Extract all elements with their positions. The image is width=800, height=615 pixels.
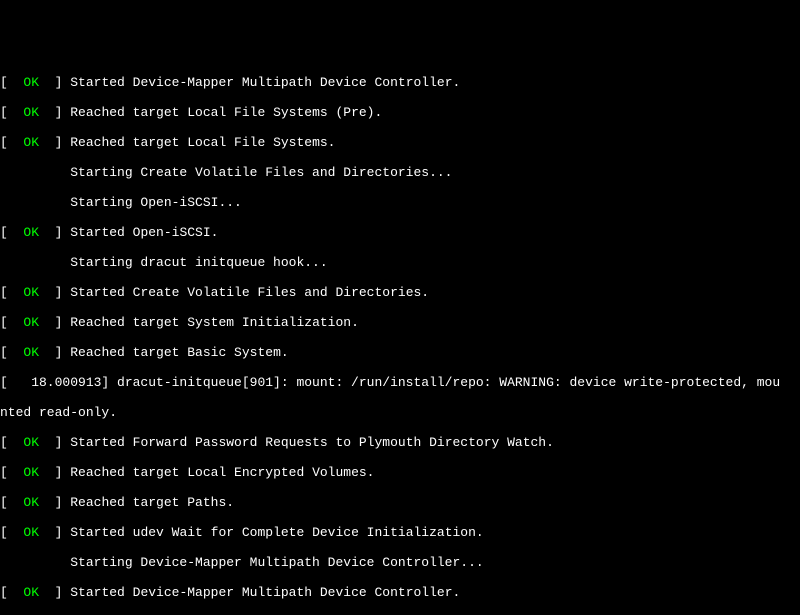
status-ok: OK: [23, 285, 39, 300]
boot-msg: Starting Open-iSCSI...: [70, 195, 242, 210]
boot-msg: [ 18.000913] dracut-initqueue[901]: moun…: [0, 375, 780, 390]
boot-line: [ OK ] Started udev Wait for Complete De…: [0, 525, 800, 540]
boot-msg: Started udev Wait for Complete Device In…: [70, 525, 483, 540]
boot-msg: Reached target Local File Systems.: [70, 135, 335, 150]
status-ok: OK: [23, 435, 39, 450]
boot-msg: Reached target Local File Systems (Pre).: [70, 105, 382, 120]
boot-msg: Started Forward Password Requests to Ply…: [70, 435, 554, 450]
boot-line: [ 18.000913] dracut-initqueue[901]: moun…: [0, 375, 800, 390]
boot-msg: Starting Device-Mapper Multipath Device …: [70, 555, 483, 570]
boot-console: [ OK ] Started Device-Mapper Multipath D…: [0, 60, 800, 615]
boot-line: [ OK ] Started Open-iSCSI.: [0, 225, 800, 240]
boot-msg: Started Open-iSCSI.: [70, 225, 218, 240]
boot-line: [ OK ] Reached target Paths.: [0, 495, 800, 510]
boot-line: [ OK ] Started Device-Mapper Multipath D…: [0, 75, 800, 90]
status-ok: OK: [23, 525, 39, 540]
boot-line: [ OK ] Reached target Local Encrypted Vo…: [0, 465, 800, 480]
boot-msg: Reached target Local Encrypted Volumes.: [70, 465, 374, 480]
boot-msg: Reached target System Initialization.: [70, 315, 359, 330]
status-ok: OK: [23, 315, 39, 330]
boot-msg: Starting dracut initqueue hook...: [70, 255, 327, 270]
boot-msg: Starting Create Volatile Files and Direc…: [70, 165, 452, 180]
boot-line: Starting dracut initqueue hook...: [0, 255, 800, 270]
boot-line: [ OK ] Started Forward Password Requests…: [0, 435, 800, 450]
status-ok: OK: [23, 225, 39, 240]
boot-line: [ OK ] Reached target Local File Systems…: [0, 105, 800, 120]
boot-line: [ OK ] Reached target System Initializat…: [0, 315, 800, 330]
boot-line: [ OK ] Started Create Volatile Files and…: [0, 285, 800, 300]
status-ok: OK: [23, 75, 39, 90]
boot-line: [ OK ] Started Device-Mapper Multipath D…: [0, 585, 800, 600]
boot-msg: Started Device-Mapper Multipath Device C…: [70, 585, 460, 600]
status-ok: OK: [23, 135, 39, 150]
status-ok: OK: [23, 345, 39, 360]
status-ok: OK: [23, 495, 39, 510]
status-ok: OK: [23, 105, 39, 120]
boot-line: [ OK ] Reached target Local File Systems…: [0, 135, 800, 150]
boot-msg: Started Create Volatile Files and Direct…: [70, 285, 429, 300]
status-ok: OK: [23, 585, 39, 600]
boot-line: Starting Create Volatile Files and Direc…: [0, 165, 800, 180]
boot-line: Starting Open-iSCSI...: [0, 195, 800, 210]
boot-line: Starting Device-Mapper Multipath Device …: [0, 555, 800, 570]
boot-line: [ OK ] Reached target Basic System.: [0, 345, 800, 360]
boot-line: nted read-only.: [0, 405, 800, 420]
boot-msg: Reached target Paths.: [70, 495, 234, 510]
boot-msg: Reached target Basic System.: [70, 345, 288, 360]
boot-msg: nted read-only.: [0, 405, 117, 420]
status-ok: OK: [23, 465, 39, 480]
boot-msg: Started Device-Mapper Multipath Device C…: [70, 75, 460, 90]
